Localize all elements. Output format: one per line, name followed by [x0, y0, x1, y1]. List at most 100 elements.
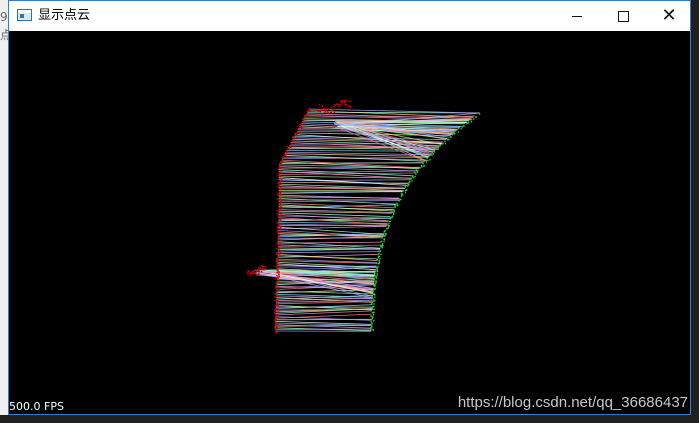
cloud-point: [279, 175, 280, 176]
cloud-point: [445, 143, 446, 144]
cloud-point: [395, 207, 396, 208]
cloud-point: [394, 209, 395, 210]
cloud-point: [279, 165, 280, 166]
cloud-point: [278, 172, 279, 173]
cloud-point: [417, 172, 418, 173]
cloud-point: [380, 245, 381, 246]
cloud-point: [373, 314, 374, 315]
cloud-point: [373, 285, 374, 286]
cloud-point: [277, 230, 278, 231]
cloud-point: [337, 103, 338, 104]
cloud-point: [414, 176, 415, 177]
cloud-point: [374, 273, 375, 274]
cloud-point: [427, 160, 428, 161]
cloud-point: [399, 198, 400, 199]
cloud-point: [326, 109, 327, 110]
cloud-point: [371, 307, 372, 308]
cloud-point: [376, 275, 377, 276]
cloud-point: [422, 163, 423, 164]
cloud-point: [371, 321, 372, 322]
cloud-point: [281, 165, 282, 166]
cloud-point: [278, 200, 279, 201]
cloud-point: [325, 110, 326, 111]
cloud-point: [371, 304, 372, 305]
cloud-point: [428, 156, 429, 157]
cloud-point: [378, 253, 379, 254]
cloud-point: [294, 133, 295, 134]
cloud-point: [281, 179, 282, 180]
cloud-point: [331, 110, 332, 111]
title-bar[interactable]: 显示点云 ✕: [9, 1, 690, 31]
cloud-point: [276, 259, 277, 260]
cloud-point: [276, 258, 277, 259]
cloud-point: [432, 153, 433, 154]
cloud-point: [344, 100, 345, 101]
cloud-point: [303, 117, 304, 118]
cloud-point: [381, 244, 382, 245]
cloud-point: [393, 214, 394, 215]
cloud-point: [280, 252, 281, 253]
close-button[interactable]: ✕: [646, 1, 692, 31]
cloud-point: [374, 288, 375, 289]
point-cloud-viewport[interactable]: 500.0 FPS https://blog.csdn.net/qq_36686…: [9, 31, 690, 414]
cloud-point: [280, 191, 281, 192]
cloud-point: [277, 238, 278, 239]
cloud-point: [373, 303, 374, 304]
cloud-point: [317, 110, 318, 111]
cloud-point: [468, 122, 469, 123]
cloud-point: [379, 258, 380, 259]
maximize-button[interactable]: [600, 1, 646, 31]
cloud-point: [277, 195, 278, 196]
cloud-point: [282, 159, 283, 160]
cloud-point: [277, 215, 278, 216]
cloud-point: [414, 172, 415, 173]
cloud-point: [322, 110, 323, 111]
cloud-point: [301, 127, 302, 128]
cloud-point: [250, 275, 251, 276]
cloud-point: [256, 274, 257, 275]
cloud-point: [415, 174, 416, 175]
cloud-point: [283, 156, 284, 157]
cloud-point: [261, 265, 262, 266]
maximize-icon: [618, 11, 629, 22]
cloud-point: [280, 202, 281, 203]
cloud-point: [376, 263, 377, 264]
cloud-point: [346, 104, 347, 105]
cloud-point: [454, 133, 455, 134]
cloud-point: [387, 228, 388, 229]
cloud-point: [289, 146, 290, 147]
cloud-point: [265, 266, 266, 267]
cloud-point: [276, 326, 277, 327]
cloud-point: [276, 275, 277, 276]
cloud-point: [458, 131, 459, 132]
cloud-point: [307, 114, 308, 115]
cloud-point: [340, 105, 341, 106]
cloud-point: [370, 315, 371, 316]
cloud-point: [458, 128, 459, 129]
cloud-point: [373, 298, 374, 299]
cloud-point: [276, 272, 277, 273]
cloud-point: [473, 118, 474, 119]
cloud-point: [324, 111, 325, 112]
minimize-button[interactable]: [554, 1, 600, 31]
cloud-point: [444, 141, 445, 142]
cloud-point: [278, 175, 279, 176]
cloud-point: [277, 313, 278, 314]
cloud-point: [371, 327, 372, 328]
cloud-point: [274, 312, 275, 313]
cloud-point: [421, 166, 422, 167]
cloud-point: [277, 303, 278, 304]
cloud-point: [281, 157, 282, 158]
cloud-point: [281, 189, 282, 190]
cloud-point: [274, 300, 275, 301]
cloud-point: [377, 270, 378, 271]
cloud-point: [278, 246, 279, 247]
cloud-point: [412, 176, 413, 177]
cloud-point: [343, 100, 344, 101]
cloud-point: [262, 269, 263, 270]
cloud-point: [338, 104, 339, 105]
cloud-point: [277, 265, 278, 266]
cloud-point: [278, 239, 279, 240]
cloud-point: [394, 205, 395, 206]
cloud-point: [277, 240, 278, 241]
